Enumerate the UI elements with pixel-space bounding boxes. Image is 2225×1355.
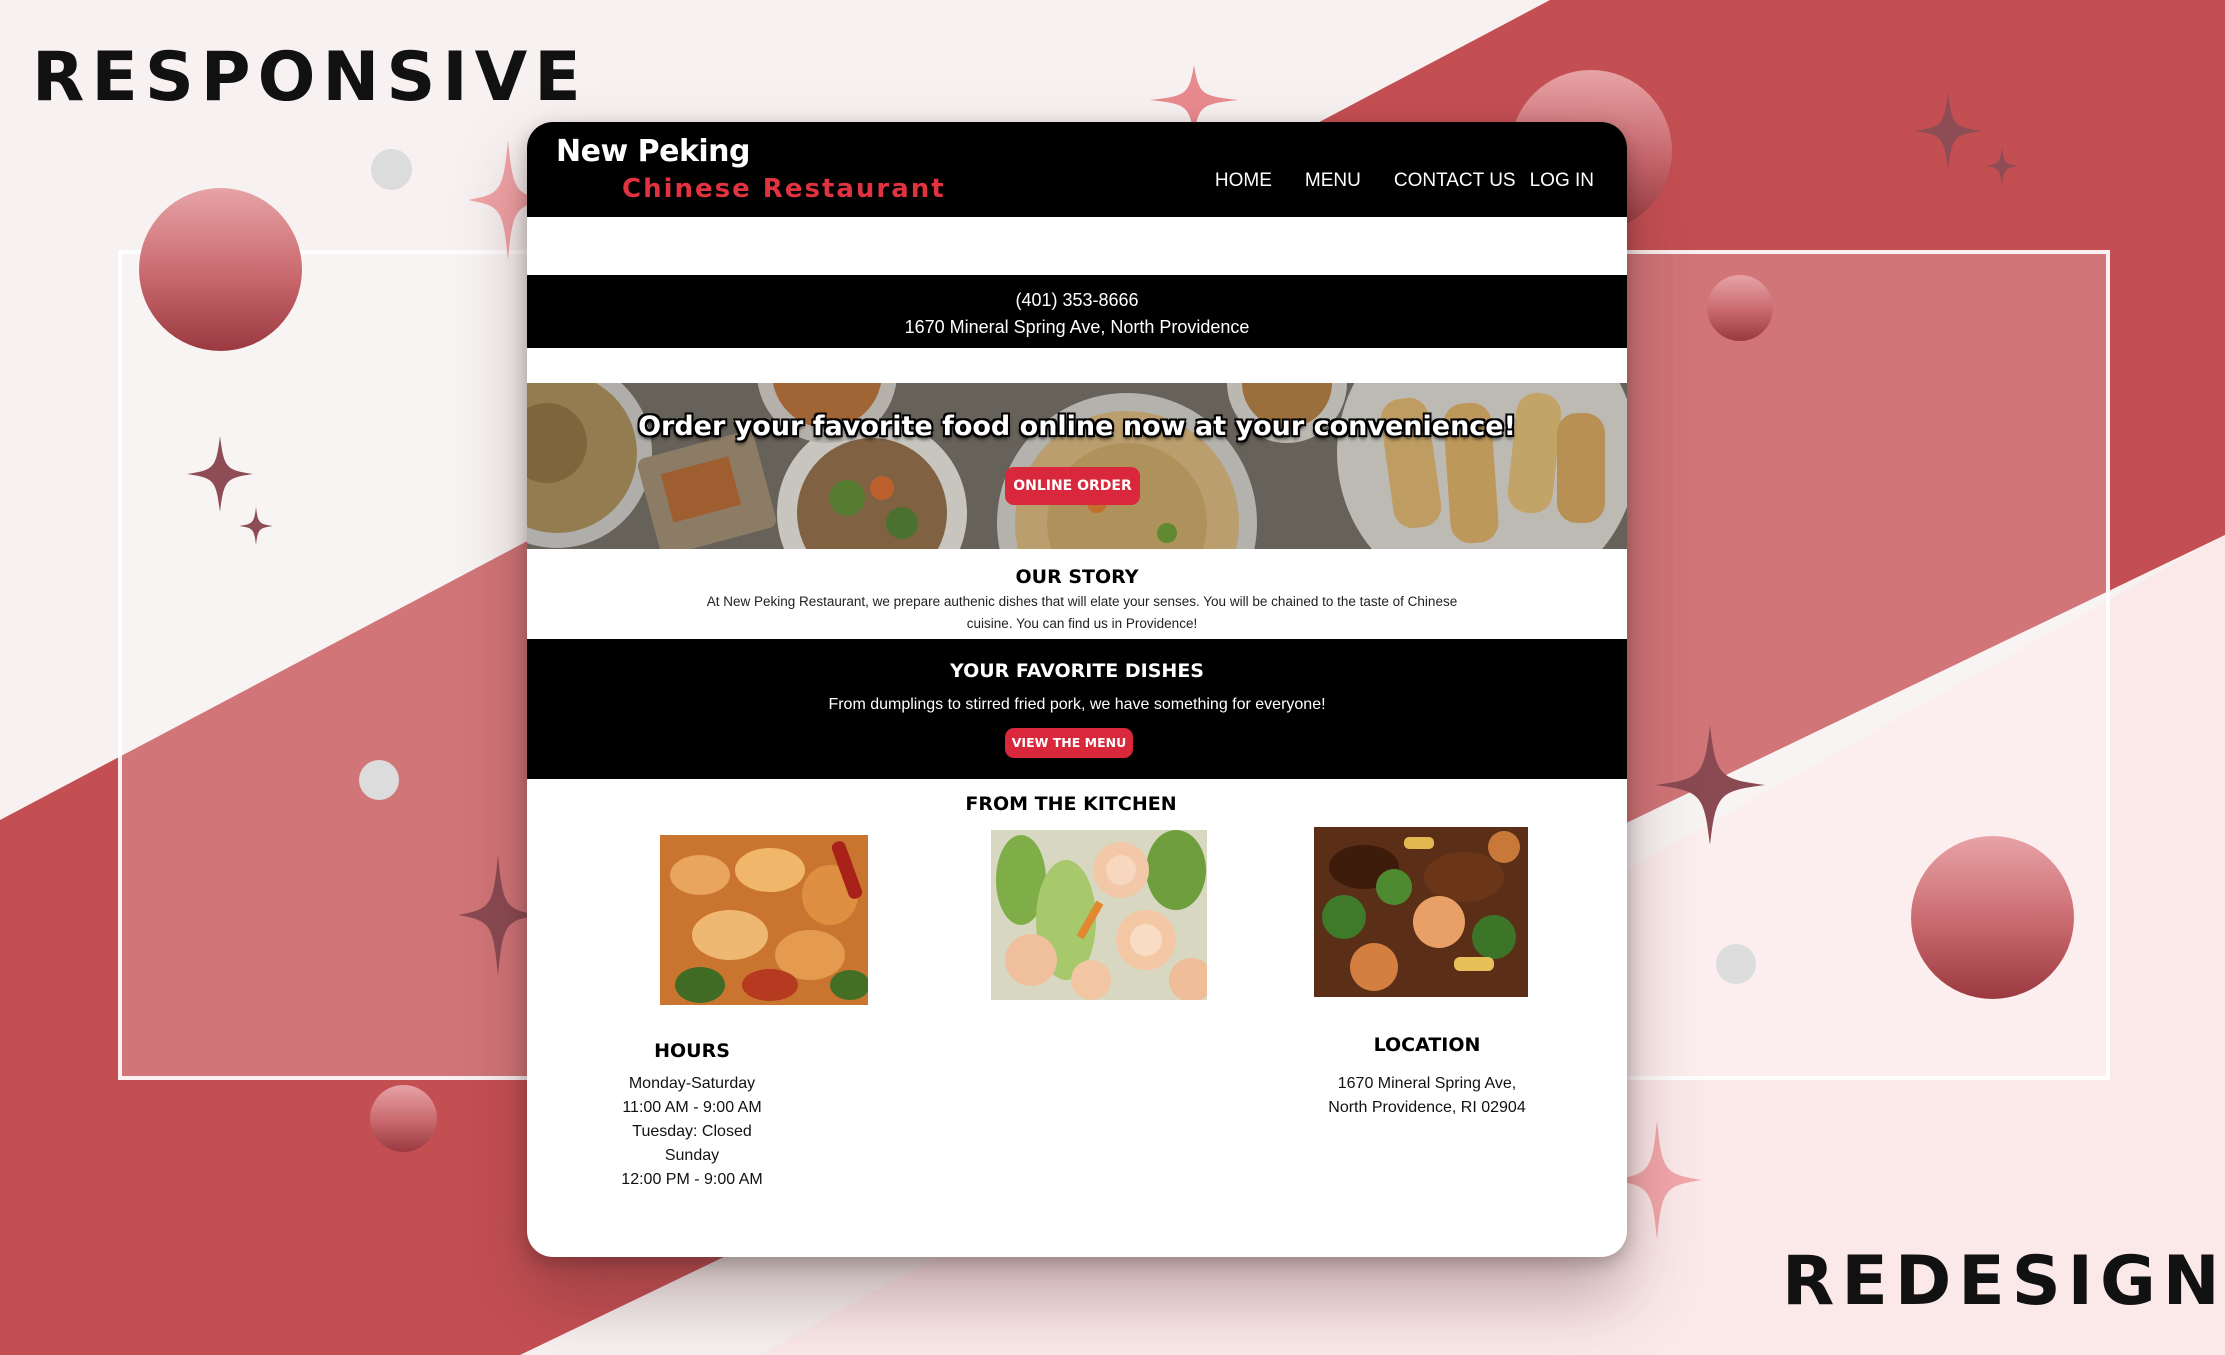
our-story-title: OUR STORY bbox=[1015, 566, 1139, 588]
hero-food-photo bbox=[527, 383, 1627, 549]
contact-bar: (401) 353-8666 1670 Mineral Spring Ave, … bbox=[527, 275, 1627, 348]
favorite-dishes-section: YOUR FAVORITE DISHES From dumplings to s… bbox=[527, 639, 1627, 779]
location-line: North Providence, RI 02904 bbox=[1328, 1099, 1526, 1116]
favorite-dishes-title: YOUR FAVORITE DISHES bbox=[950, 660, 1204, 682]
hours-list: Monday-Saturday 11:00 AM - 9:00 AM Tuesd… bbox=[567, 1072, 817, 1192]
hours-line: Monday-Saturday bbox=[628, 1075, 756, 1092]
sparkle-icon bbox=[458, 855, 538, 975]
nav-contact-us[interactable]: CONTACT US bbox=[1394, 170, 1516, 192]
sparkle-icon bbox=[187, 436, 253, 512]
decorative-orb bbox=[1911, 836, 2074, 999]
our-story-text: At New Peking Restaurant, we prepare aut… bbox=[706, 594, 1458, 631]
address-text: 1670 Mineral Spring Ave, North Providenc… bbox=[904, 317, 1250, 337]
location-address: 1670 Mineral Spring Ave, North Providenc… bbox=[1287, 1072, 1567, 1120]
spicy-shrimp-photo bbox=[660, 835, 868, 1005]
shrimp-bok-choy-photo bbox=[991, 830, 1207, 1000]
main-nav: HOME MENU CONTACT US LOG IN bbox=[1215, 170, 1594, 192]
location-title: LOCATION bbox=[1373, 1034, 1481, 1056]
decorative-dot bbox=[359, 760, 399, 800]
sparkle-icon bbox=[1914, 92, 1982, 170]
location-line: 1670 Mineral Spring Ave, bbox=[1337, 1075, 1517, 1092]
beef-shrimp-stirfry-photo bbox=[1314, 827, 1528, 997]
decorative-orb bbox=[139, 188, 302, 351]
decorative-dot bbox=[1716, 944, 1756, 984]
decorative-dot bbox=[371, 149, 412, 190]
sparkle-icon bbox=[1985, 146, 2019, 186]
site-header: New Peking Chinese Restaurant HOME MENU … bbox=[527, 122, 1627, 217]
hours-line: Tuesday: Closed bbox=[632, 1123, 752, 1140]
showcase-label-top: RESPONSIVE bbox=[32, 38, 588, 117]
nav-home[interactable]: HOME bbox=[1215, 170, 1272, 192]
logo-title[interactable]: New Peking bbox=[556, 134, 751, 169]
showcase-label-bottom: REDESIGN bbox=[1782, 1242, 2225, 1321]
hero-banner: Order your favorite food online now at y… bbox=[527, 383, 1627, 549]
decorative-orb bbox=[370, 1085, 437, 1152]
hours-line: 11:00 AM - 9:00 AM bbox=[622, 1099, 762, 1116]
view-menu-button[interactable]: VIEW THE MENU bbox=[1005, 728, 1133, 758]
kitchen-title: FROM THE KITCHEN bbox=[965, 793, 1177, 815]
logo-subtitle[interactable]: Chinese Restaurant bbox=[622, 174, 946, 204]
favorite-dishes-subtitle: From dumplings to stirred fried pork, we… bbox=[828, 696, 1326, 713]
nav-menu[interactable]: MENU bbox=[1305, 170, 1361, 192]
hours-line: Sunday bbox=[664, 1147, 720, 1164]
phone-number[interactable]: (401) 353-8666 bbox=[527, 287, 1627, 314]
sparkle-icon bbox=[239, 507, 273, 545]
sparkle-icon bbox=[1655, 725, 1765, 845]
hours-title: HOURS bbox=[654, 1040, 730, 1062]
hero-title: Order your favorite food online now at y… bbox=[638, 411, 1516, 442]
website-mockup: New Peking Chinese Restaurant HOME MENU … bbox=[527, 122, 1627, 1257]
nav-log-in[interactable]: LOG IN bbox=[1530, 170, 1594, 192]
hours-line: 12:00 PM - 9:00 AM bbox=[621, 1171, 763, 1188]
online-order-button[interactable]: ONLINE ORDER bbox=[1005, 467, 1140, 505]
decorative-orb bbox=[1707, 275, 1773, 341]
